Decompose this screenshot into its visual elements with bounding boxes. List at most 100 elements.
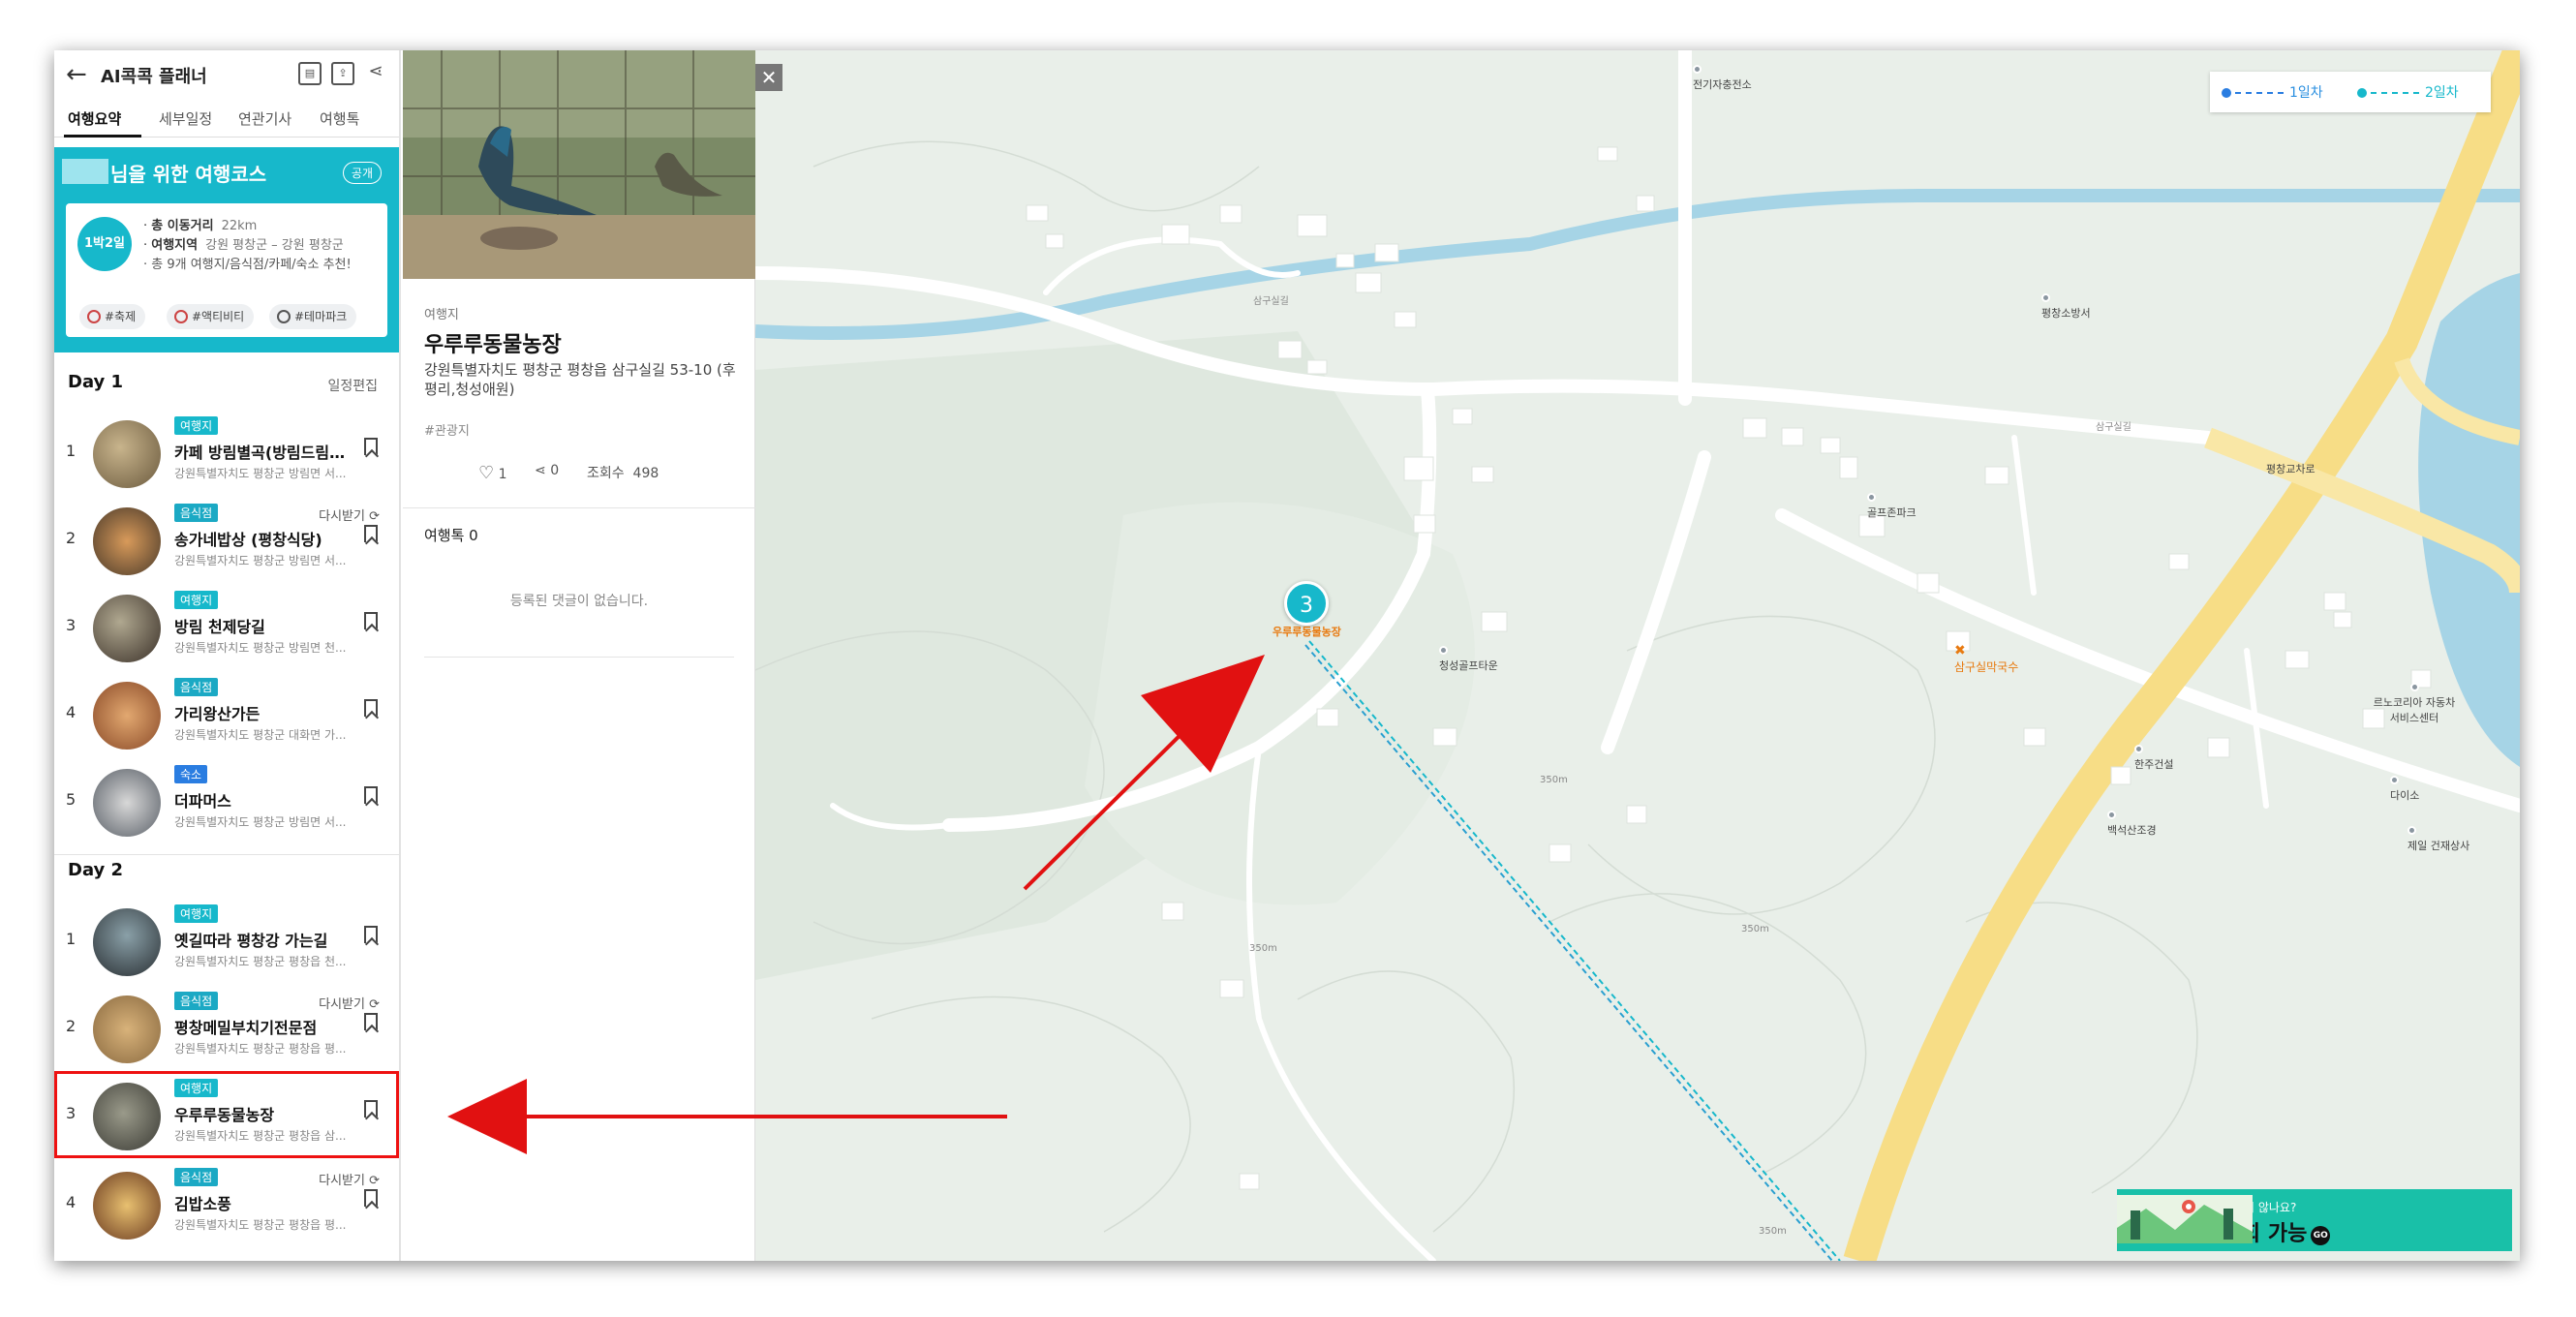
tab-summary[interactable]: 여행요약 bbox=[68, 108, 121, 129]
map-view[interactable]: 1일차 2일차 전기자충전소 평창소방서 골프존파크 ✖ 삼구실막국수 청성골프타… bbox=[755, 50, 2520, 1261]
category-badge: 여행지 bbox=[174, 416, 219, 435]
poi-icon bbox=[2041, 293, 2050, 302]
item-address: 강원특별자치도 평창군 방림면 서... bbox=[174, 815, 347, 829]
place-name: 우루루동물농장 bbox=[424, 333, 562, 357]
arrow-left-icon[interactable]: ← bbox=[66, 62, 91, 87]
category-badge: 여행지 bbox=[174, 591, 219, 609]
share-button[interactable]: ⋖ 0 bbox=[535, 463, 559, 478]
bookmark-icon[interactable] bbox=[364, 786, 378, 804]
map-label-golf-town: 청성골프타운 bbox=[1439, 645, 1498, 673]
bookmark-icon[interactable] bbox=[364, 1100, 378, 1118]
tag-theme-park[interactable]: #테마파크 bbox=[269, 304, 357, 329]
active-tab-indicator bbox=[64, 135, 141, 138]
poi-icon bbox=[2407, 826, 2416, 835]
save-icon[interactable]: ▤ bbox=[298, 62, 322, 85]
go-icon[interactable]: GO bbox=[2311, 1226, 2331, 1245]
map-label-elevation: 350m bbox=[1741, 924, 1769, 934]
map-canvas[interactable] bbox=[755, 50, 2520, 1261]
map-label-road: 삼구실길 bbox=[1253, 296, 1289, 307]
item-name: 더파머스 bbox=[174, 792, 231, 811]
poi-icon bbox=[2107, 811, 2116, 819]
planner-header: ← AI콕콕 플래너 ▤ ⇪ ⋖ bbox=[54, 50, 399, 99]
route-marker-3[interactable]: 3 bbox=[1284, 581, 1329, 626]
bookmark-icon[interactable] bbox=[364, 1013, 378, 1030]
tab-bar: 여행요약 세부일정 연관기사 여행톡 bbox=[54, 99, 399, 138]
item-thumbnail bbox=[93, 769, 161, 837]
list-item[interactable]: 3 여행지 방림 천제당길 강원특별자치도 평창군 방림면 천... bbox=[54, 583, 399, 670]
close-icon[interactable]: ✕ bbox=[755, 64, 782, 91]
tag-activity[interactable]: #액티비티 bbox=[167, 304, 255, 329]
share-icon: ⋖ bbox=[535, 463, 546, 478]
category-badge: 여행지 bbox=[174, 1079, 219, 1097]
item-address: 강원특별자치도 평창군 대화면 가... bbox=[174, 728, 347, 742]
item-address: 강원특별자치도 평창군 평창읍 평... bbox=[174, 1218, 347, 1232]
talk-divider bbox=[424, 657, 734, 658]
no-comments-text: 등록된 댓글이 없습니다. bbox=[509, 594, 649, 609]
list-item[interactable]: 5 숙소 더파머스 강원특별자치도 평창군 방림면 서... bbox=[54, 757, 399, 844]
place-hashtag[interactable]: #관광지 bbox=[424, 420, 470, 439]
map-label-elevation: 350m bbox=[1759, 1226, 1787, 1237]
item-thumbnail bbox=[93, 1172, 161, 1240]
bookmark-icon[interactable] bbox=[364, 699, 378, 717]
poi-icon bbox=[2409, 683, 2419, 691]
reload-button[interactable]: 다시받기 ⟳ bbox=[319, 505, 380, 524]
map-label-service-center: 르노코리아 자동차 서비스센터 bbox=[2371, 682, 2458, 725]
item-name: 옛길따라 평창강 가는길 bbox=[174, 932, 328, 950]
item-thumbnail bbox=[93, 682, 161, 750]
list-item[interactable]: 4 음식점 다시받기 ⟳ 김밥소풍 강원특별자치도 평창군 평창읍 평... bbox=[54, 1160, 399, 1247]
day2-label: Day 2 bbox=[68, 860, 124, 880]
bookmark-icon[interactable] bbox=[364, 1189, 378, 1207]
theme-park-icon bbox=[277, 310, 291, 323]
activity-icon bbox=[174, 310, 188, 323]
map-label-substation: 전기자충전소 bbox=[1693, 64, 1752, 92]
tag-festival[interactable]: #축제 bbox=[79, 304, 146, 329]
map-label-baekdu: 백석산조경 bbox=[2107, 810, 2157, 838]
heart-icon: ♡ bbox=[478, 463, 495, 483]
share-icon[interactable]: ⋖ bbox=[364, 62, 387, 85]
list-item[interactable]: 2 음식점 다시받기 ⟳ 송가네밥상 (평창식당) 강원특별자치도 평창군 방림… bbox=[54, 496, 399, 583]
export-icon[interactable]: ⇪ bbox=[331, 62, 354, 85]
map-label-elevation: 350m bbox=[1540, 775, 1568, 785]
bookmark-icon[interactable] bbox=[364, 525, 378, 542]
list-item[interactable]: 1 여행지 카페 방림별곡(방림드림주... 강원특별자치도 평창군 방림면 서… bbox=[54, 409, 399, 496]
list-item[interactable]: 4 음식점 가리왕산가든 강원특별자치도 평창군 대화면 가... bbox=[54, 670, 399, 757]
region-row: · 여행지역 강원 평창군 – 강원 평창군 bbox=[143, 238, 344, 253]
place-detail-panel: 여행지 우루루동물농장 강원특별자치도 평창군 평창읍 삼구실길 53-10 (… bbox=[403, 50, 755, 1261]
item-number: 3 bbox=[66, 616, 77, 634]
duration-badge: 1박2일 bbox=[77, 217, 132, 271]
legend-day2: 2일차 bbox=[2357, 82, 2459, 102]
course-banner: 님을 위한 여행코스 공개 1박2일 · 총 이동거리 22km · 여행지역 강원… bbox=[54, 147, 399, 352]
poi-icon bbox=[1693, 65, 1702, 74]
reload-button[interactable]: 다시받기 ⟳ bbox=[319, 994, 380, 1012]
map-label-golf-park: 골프존파크 bbox=[1867, 492, 1917, 520]
reload-button[interactable]: 다시받기 ⟳ bbox=[319, 1170, 380, 1188]
region-label: 여행지역 bbox=[151, 238, 199, 253]
bookmark-icon[interactable] bbox=[364, 612, 378, 629]
place-photo bbox=[403, 50, 755, 279]
reload-course-banner[interactable]: 추천코스가 마음에 들지 않나요? 다시받기 1회 가능GO bbox=[2117, 1189, 2512, 1251]
tab-schedule[interactable]: 세부일정 bbox=[159, 108, 212, 129]
edit-schedule-link[interactable]: 일정편집 bbox=[327, 376, 378, 395]
map-label-road: 삼구실길 bbox=[2096, 422, 2131, 433]
like-button[interactable]: ♡ 1 bbox=[478, 463, 507, 483]
item-address: 강원특별자치도 평창군 방림면 서... bbox=[174, 467, 347, 480]
bookmark-icon[interactable] bbox=[364, 438, 378, 455]
day-divider bbox=[54, 854, 399, 855]
detail-divider bbox=[403, 507, 755, 508]
list-item-selected[interactable]: 3 여행지 우루루동물농장 강원특별자치도 평창군 평창읍 삼... bbox=[54, 1071, 399, 1158]
festival-icon bbox=[87, 310, 101, 323]
place-stats: ♡ 1 ⋖ 0 조회수 498 bbox=[403, 457, 755, 496]
tab-travel-talk[interactable]: 여행톡 bbox=[320, 108, 359, 129]
map-label-jeil: 제일 건재상사 bbox=[2407, 825, 2469, 853]
summary-text: 총 9개 여행지/음식점/카페/숙소 추천! bbox=[151, 258, 352, 272]
bookmark-icon[interactable] bbox=[364, 926, 378, 943]
list-item[interactable]: 2 음식점 다시받기 ⟳ 평창메밀부치기전문점 강원특별자치도 평창군 평창읍 … bbox=[54, 984, 399, 1071]
category-badge: 숙소 bbox=[174, 765, 208, 783]
distance-row: · 총 이동거리 22km bbox=[143, 219, 258, 233]
tab-articles[interactable]: 연관기사 bbox=[238, 108, 291, 129]
list-item[interactable]: 1 여행지 옛길따라 평창강 가는길 강원특별자치도 평창군 평창읍 천... bbox=[54, 897, 399, 984]
item-address: 강원특별자치도 평창군 평창읍 천... bbox=[174, 955, 347, 968]
category-badge: 여행지 bbox=[174, 904, 219, 923]
public-badge[interactable]: 공개 bbox=[342, 162, 382, 184]
item-name: 평창메밀부치기전문점 bbox=[174, 1019, 318, 1037]
